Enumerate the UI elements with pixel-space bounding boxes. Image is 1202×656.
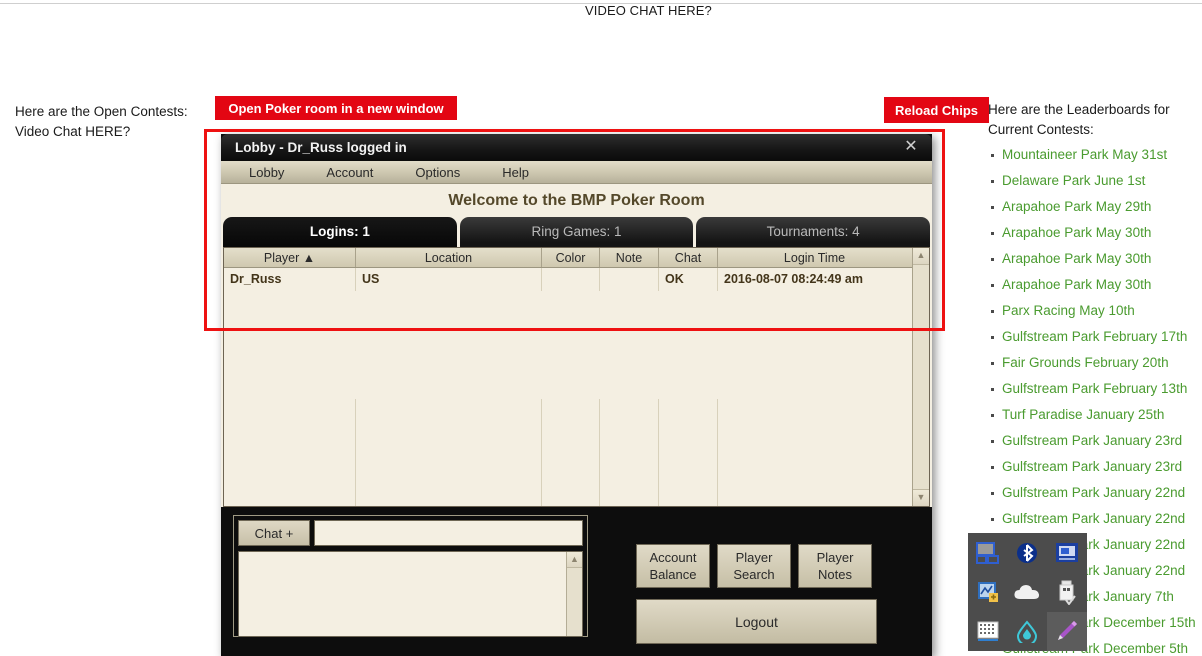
logins-table-empty-grid: [224, 399, 912, 507]
welcome-heading: Welcome to the BMP Poker Room: [221, 184, 932, 217]
logins-table-body: Dr_RussUS OK2016-08-07 08:24:49 am: [224, 268, 912, 399]
chat-log-scrollbar[interactable]: ▲: [566, 552, 582, 636]
video-chat-header-text: VIDEO CHAT HERE?: [585, 3, 712, 18]
leaderboard-item[interactable]: Gulfstream Park February 13th: [988, 376, 1202, 402]
player-search-label-2: Search: [733, 567, 774, 582]
leaderboards-heading: Here are the Leaderboards for Current Co…: [988, 100, 1202, 140]
lobby-titlebar[interactable]: Lobby - Dr_Russ logged in ✕: [221, 134, 932, 161]
scroll-up-icon[interactable]: ▲: [913, 248, 929, 265]
tab-tournaments[interactable]: Tournaments: 4: [696, 217, 930, 247]
cell-color: [542, 268, 600, 291]
open-poker-room-button[interactable]: Open Poker room in a new window: [215, 96, 457, 120]
logins-table-header-row: Player ▲LocationColorNoteChatLogin Time: [224, 248, 912, 268]
onedrive-cloud-icon[interactable]: [1008, 572, 1048, 611]
leaderboards-heading-line-1: Here are the Leaderboards for: [988, 100, 1202, 120]
column-header-color[interactable]: Color: [542, 248, 600, 267]
bluetooth-icon[interactable]: [1008, 533, 1048, 572]
player-notes-button[interactable]: Player Notes: [798, 544, 872, 588]
logins-table-scrollbar[interactable]: ▲ ▼: [912, 248, 929, 506]
cell-location: US: [356, 268, 542, 291]
safely-remove-usb-icon[interactable]: [1047, 572, 1087, 611]
leaderboards-heading-line-2: Current Contests:: [988, 120, 1202, 140]
chat-scroll-up-icon[interactable]: ▲: [567, 552, 582, 568]
leaderboard-item[interactable]: Arapahoe Park May 29th: [988, 194, 1202, 220]
tab-ring-games[interactable]: Ring Games: 1: [460, 217, 694, 247]
chat-log: ▲: [238, 551, 583, 637]
chat-panel: Chat + ▲: [233, 515, 588, 637]
leaderboard-item[interactable]: Fair Grounds February 20th: [988, 350, 1202, 376]
leaderboard-item[interactable]: Gulfstream Park January 22nd: [988, 480, 1202, 506]
column-header-player[interactable]: Player ▲: [224, 248, 356, 267]
cell-login-time: 2016-08-07 08:24:49 am: [718, 268, 911, 291]
player-notes-label-1: Player: [817, 550, 854, 565]
leaderboard-item[interactable]: Gulfstream Park February 17th: [988, 324, 1202, 350]
leaderboard-item[interactable]: Turf Paradise January 25th: [988, 402, 1202, 428]
lobby-tabstrip: Logins: 1Ring Games: 1Tournaments: 4: [221, 217, 932, 247]
poker-lobby-window: Lobby - Dr_Russ logged in ✕ Lobby Account…: [221, 134, 932, 656]
leaderboard-item[interactable]: Gulfstream Park January 23rd: [988, 428, 1202, 454]
logins-table: Player ▲LocationColorNoteChatLogin Time …: [223, 247, 930, 507]
account-balance-button[interactable]: Account Balance: [636, 544, 710, 588]
leaderboard-item[interactable]: Gulfstream Park January 22nd: [988, 506, 1202, 532]
account-balance-label-2: Balance: [650, 567, 697, 582]
lobby-bottom-pane: Chat + ▲ Account Balance: [221, 507, 932, 637]
chat-plus-button[interactable]: Chat +: [238, 520, 310, 546]
close-icon[interactable]: ✕: [902, 138, 920, 156]
cell-player: Dr_Russ: [224, 268, 356, 291]
action-button-row: Account Balance Player Search Player Not…: [636, 544, 926, 588]
player-search-button[interactable]: Player Search: [717, 544, 791, 588]
player-notes-label-2: Notes: [818, 567, 852, 582]
page-root: VIDEO CHAT HERE? Here are the Open Conte…: [0, 0, 1202, 656]
menu-item-lobby[interactable]: Lobby: [249, 165, 284, 180]
tab-logins[interactable]: Logins: 1: [223, 217, 457, 247]
leaderboard-item[interactable]: Parx Racing May 10th: [988, 298, 1202, 324]
leaderboard-item[interactable]: Arapahoe Park May 30th: [988, 220, 1202, 246]
left-intro-line-1: Here are the Open Contests:: [15, 102, 210, 122]
menu-item-account[interactable]: Account: [326, 165, 373, 180]
lobby-menubar: Lobby Account Options Help: [221, 161, 932, 184]
menu-item-options[interactable]: Options: [415, 165, 460, 180]
account-balance-label-1: Account: [650, 550, 697, 565]
leaderboard-item[interactable]: Gulfstream Park January 23rd: [988, 454, 1202, 480]
lobby-body: Welcome to the BMP Poker Room Logins: 1R…: [221, 184, 932, 637]
lobby-window-title: Lobby - Dr_Russ logged in: [235, 140, 407, 155]
logins-table-main: Player ▲LocationColorNoteChatLogin Time …: [224, 248, 912, 506]
player-search-label-1: Player: [736, 550, 773, 565]
leaderboard-item[interactable]: Mountaineer Park May 31st: [988, 142, 1202, 168]
cell-note: [600, 268, 659, 291]
display-switch-icon[interactable]: [968, 533, 1008, 572]
presentation-display-icon[interactable]: [1047, 533, 1087, 572]
reload-chips-button[interactable]: Reload Chips: [884, 97, 989, 123]
stylus-pen-icon[interactable]: [1047, 612, 1087, 651]
network-map-icon[interactable]: [968, 572, 1008, 611]
logout-button[interactable]: Logout: [636, 599, 877, 644]
touch-keyboard-icon[interactable]: [968, 612, 1008, 651]
column-header-login-time[interactable]: Login Time: [718, 248, 911, 267]
column-header-chat[interactable]: Chat: [659, 248, 718, 267]
column-header-location[interactable]: Location: [356, 248, 542, 267]
audio-app-icon[interactable]: [1008, 612, 1048, 651]
chat-log-text: [239, 552, 566, 636]
scroll-down-icon[interactable]: ▼: [913, 489, 929, 506]
menu-item-help[interactable]: Help: [502, 165, 529, 180]
leaderboard-item[interactable]: Arapahoe Park May 30th: [988, 272, 1202, 298]
cell-chat: OK: [659, 268, 718, 291]
lobby-action-buttons: Account Balance Player Search Player Not…: [598, 515, 926, 637]
chat-input[interactable]: [314, 520, 583, 546]
column-header-note[interactable]: Note: [600, 248, 659, 267]
left-intro-text: Here are the Open Contests: Video Chat H…: [15, 102, 210, 142]
left-intro-line-2: Video Chat HERE?: [15, 122, 210, 142]
chat-input-row: Chat +: [238, 520, 583, 546]
system-tray-flyout: [968, 533, 1087, 651]
table-row[interactable]: Dr_RussUS OK2016-08-07 08:24:49 am: [224, 268, 912, 291]
leaderboard-item[interactable]: Arapahoe Park May 30th: [988, 246, 1202, 272]
leaderboard-item[interactable]: Delaware Park June 1st: [988, 168, 1202, 194]
